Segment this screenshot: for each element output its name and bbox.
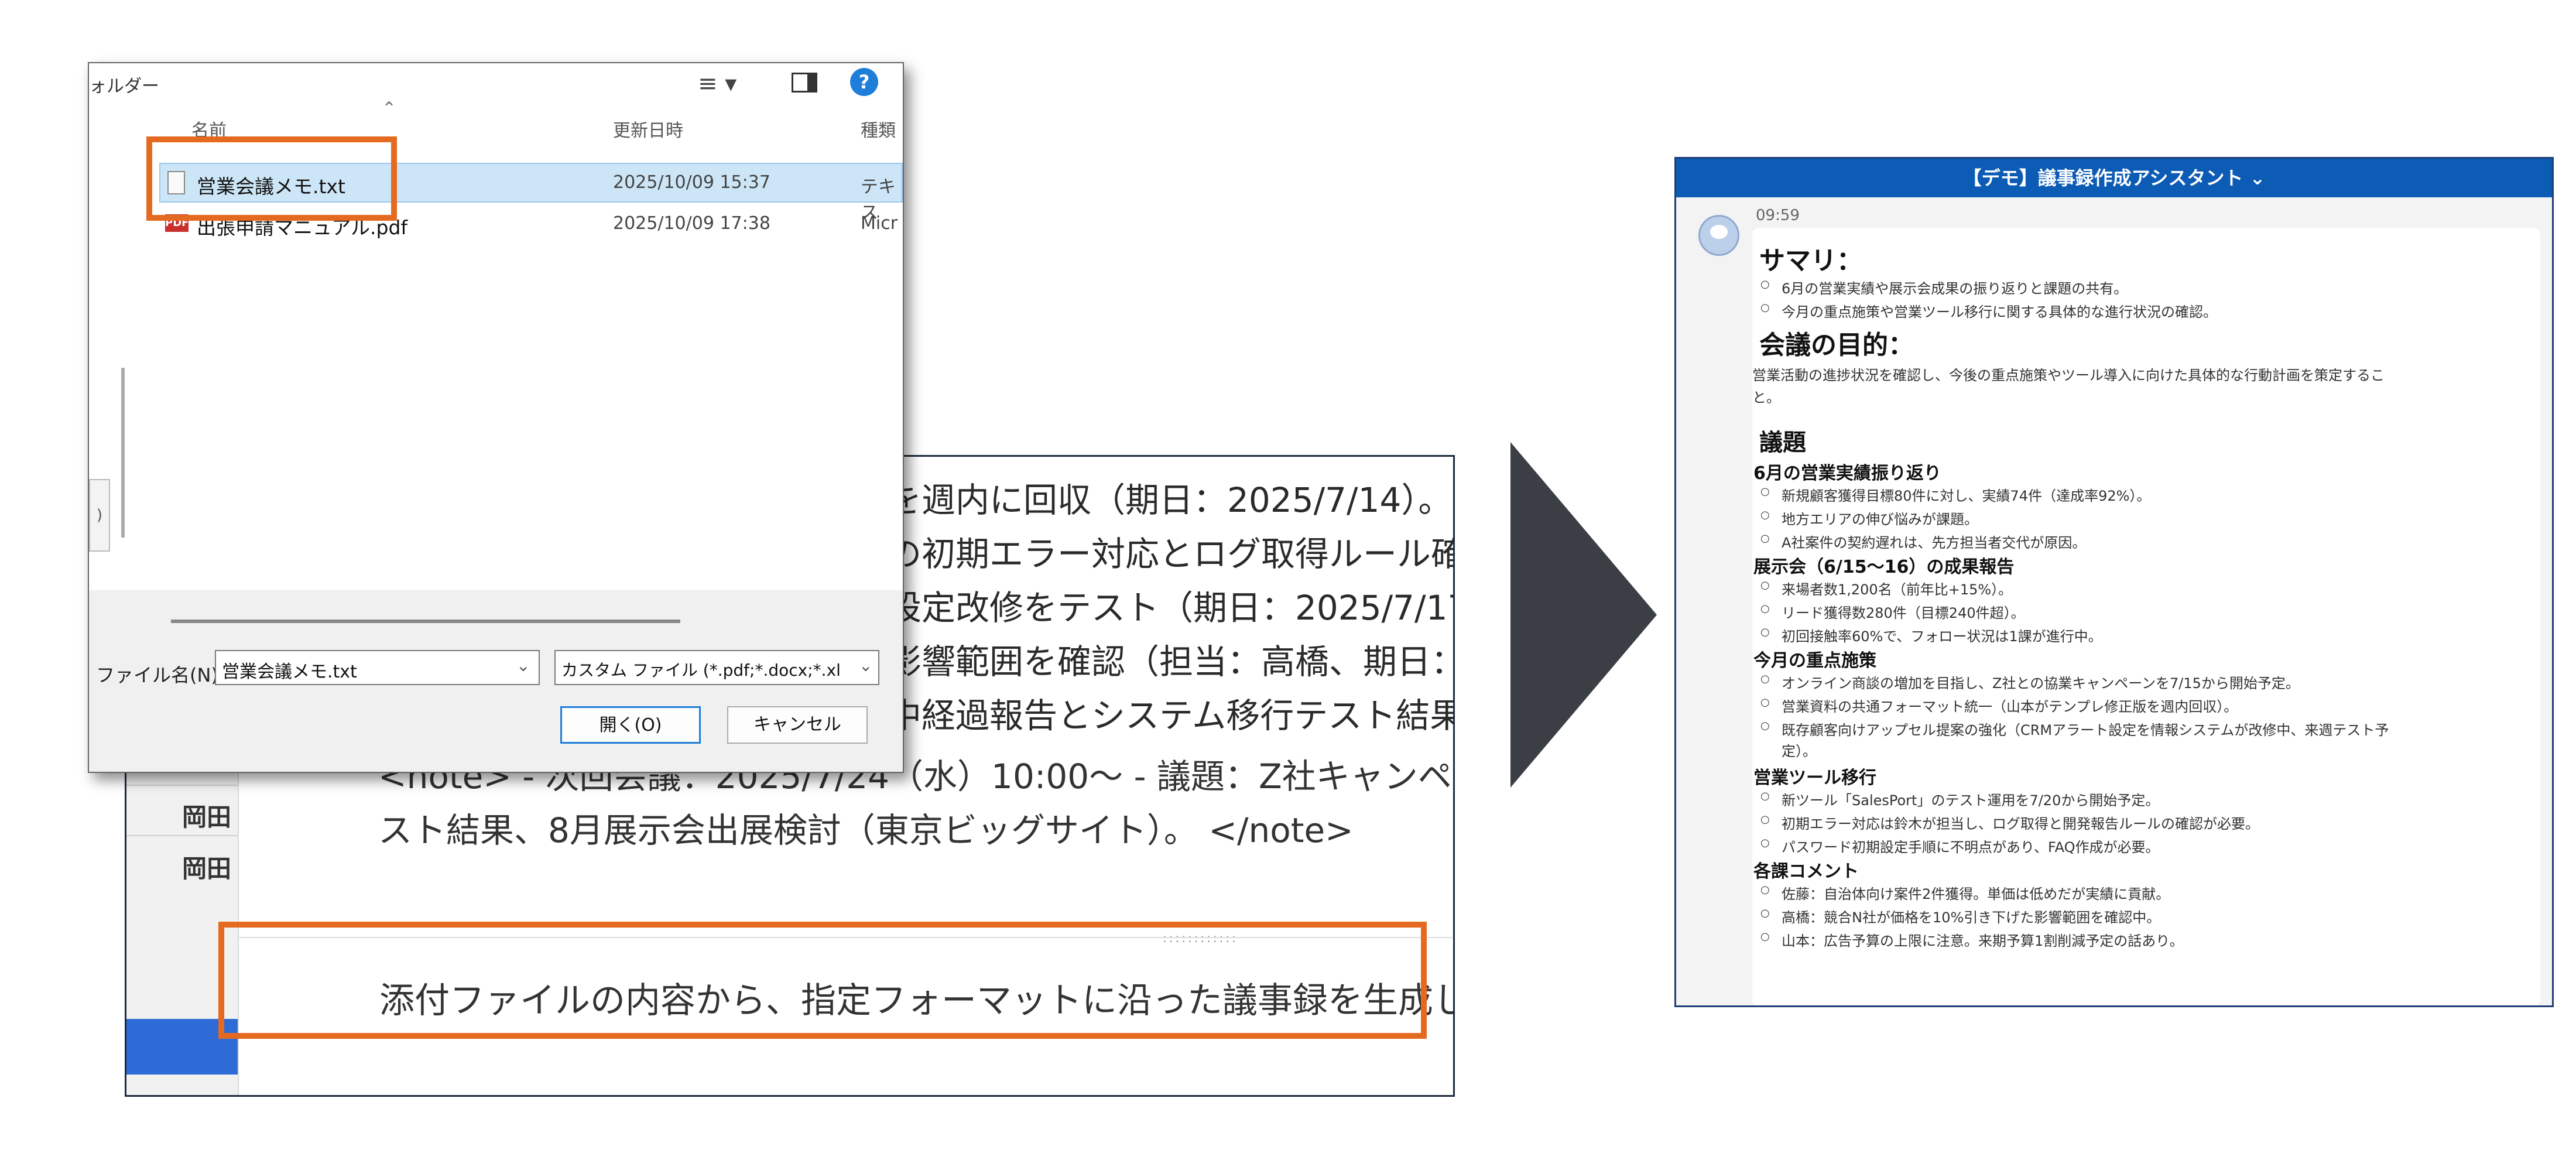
section-title: 6月の営業実績振り返り [1753,463,1941,484]
message-line: 中経過報告とシステム移行テスト結果 [888,696,1455,735]
list-item: 山本：広告予算の上限に注意。来期予算1割削減予定の話あり。 [1760,929,2184,950]
file-type-select[interactable]: カスタム ファイル (*.pdf;*.docx;*.xl [554,650,879,685]
message-line: 影響範囲を確認（担当：高橋、期日： [888,642,1455,682]
agenda-title: 議題 [1759,429,1806,456]
dialog-title: ォルダー [89,76,159,97]
file-highlight [146,136,397,221]
message-line: 設定改修をテスト（期日：2025/7/17） [888,588,1455,628]
assistant-title[interactable]: 【デモ】議事録作成アシスタント ⌄ [1676,159,2552,197]
list-item: 地方エリアの伸び悩みが課題。 [1760,508,1978,528]
list-item: 今月の重点施策や営業ツール移行に関する具体的な進行状況の確認。 [1760,300,2217,321]
list-item: 初期エラー対応は鈴木が担当し、ログ取得と開発報告ルールの確認が必要。 [1760,812,2259,833]
horizontal-scrollbar[interactable] [171,620,680,623]
list-item: 営業資料の共通フォーマット統一（山本がテンプレ修正版を週内回収）。 [1760,695,2238,716]
arrow-right-icon [1510,442,1657,788]
purpose-title: 会議の目的： [1759,330,1914,360]
chevron-down-icon[interactable]: ⌄ [859,656,872,675]
section-title: 各課コメント [1753,861,1859,882]
sort-arrow-icon: ⌃ [382,98,397,119]
view-menu-icon[interactable]: ≡ ▾ [698,70,737,97]
list-item-continuation: 定）。 [1782,743,1817,759]
sidebar-name: 岡田 [182,803,232,832]
message-time: 09:59 [1756,207,1800,224]
list-item: 佐藤：自治体向け案件2件獲得。単価は低めだが実績に貢献。 [1760,882,2170,903]
purpose-text: 営業活動の進捗状況を確認し、今後の重点施策やツール導入に向けた具体的な行動計画を… [1752,367,2385,384]
file-type: Micr [861,213,898,234]
help-icon[interactable]: ? [850,68,878,96]
list-item: 新ツール「SalesPort」のテスト運用を7/20から開始予定。 [1760,789,2159,809]
list-item: 新規顧客獲得目標80件に対し、実績74件（達成率92%）。 [1760,484,2150,505]
column-header-type[interactable]: 種類 [861,116,896,142]
sidebar-row[interactable]: 岡田 [126,835,238,887]
file-modified: 2025/10/09 15:37 [613,172,770,193]
list-item: 来場者数1,200名（前年比+15%）。 [1760,578,2012,598]
nav-pane-edge[interactable]: ) [89,479,110,552]
section-title: 展示会（6/15～16）の成果報告 [1753,557,2015,577]
chat-message-text: を週内に回収（期日：2025/7/14）。 の初期エラー対応とログ取得ルール確 … [888,473,1453,743]
nav-pane-scrollbar[interactable] [121,368,125,538]
list-item: 高橋：競合N社が価格を10%引き下げた影響範囲を確認中。 [1760,906,2160,926]
purpose-text: と。 [1752,389,1780,406]
note-line: スト結果、8月展示会出展検討（東京ビッグサイト）。 </note> [378,810,1354,850]
sidebar-name: 岡田 [182,854,232,883]
list-item: オンライン商談の増加を目指し、Z社との協業キャンペーンを7/15から開始予定。 [1760,672,2300,692]
prompt-highlight [218,922,1427,1039]
open-button[interactable]: 開く(O) [560,706,701,744]
message-line: を週内に回収（期日：2025/7/14）。 [888,480,1453,520]
file-modified: 2025/10/09 17:38 [613,213,770,234]
bot-avatar-icon [1698,215,1739,256]
list-item: 初回接触率60%で、フォロー状況は1課が進行中。 [1760,625,2102,645]
message-line: の初期エラー対応とログ取得ルール確 [888,534,1455,574]
section-title: 今月の重点施策 [1753,651,1876,671]
summary-title: サマリ： [1759,246,1862,276]
section-title: 営業ツール移行 [1753,768,1876,788]
preview-pane-icon[interactable] [792,73,817,93]
list-item: リード獲得数280件（目標240件超）。 [1760,601,2025,622]
chevron-down-icon[interactable]: ⌄ [516,656,530,675]
list-item: パスワード初期設定手順に不明点があり、FAQ作成が必要。 [1760,836,2160,856]
sidebar-row[interactable]: 岡田 [126,785,238,836]
filename-input[interactable]: 営業会議メモ.txt [215,650,540,685]
assistant-message: サマリ： 6月の営業実績や展示会成果の振り返りと課題の共有。 今月の重点施策や営… [1752,228,2540,1005]
filename-label: ファイル名(N): [96,664,225,686]
list-item: A社案件の契約遅れは、先方担当者交代が原因。 [1760,531,2086,552]
cancel-button[interactable]: キャンセル [727,706,868,744]
column-header-modified[interactable]: 更新日時 [613,116,683,142]
assistant-panel: 【デモ】議事録作成アシスタント ⌄ 09:59 サマリ： 6月の営業実績や展示会… [1674,157,2554,1007]
list-item: 6月の営業実績や展示会成果の振り返りと課題の共有。 [1760,277,2128,297]
list-item: 既存顧客向けアップセル提案の強化（CRMアラート設定を情報システムが改修中、来週… [1760,719,2389,739]
